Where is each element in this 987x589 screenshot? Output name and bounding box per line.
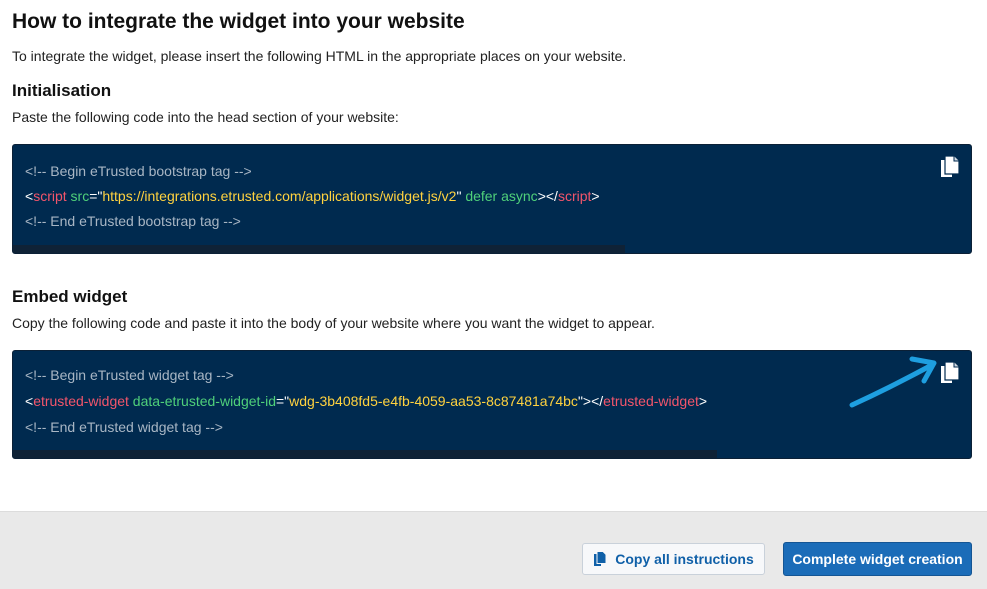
page-title: How to integrate the widget into your we… [12, 10, 465, 33]
embed-heading: Embed widget [12, 287, 128, 306]
copy-icon[interactable] [939, 155, 961, 179]
code-punct: > [591, 188, 600, 204]
initialisation-heading: Initialisation [12, 81, 112, 100]
code-comment-begin: <!-- Begin eTrusted widget tag --> [25, 367, 234, 383]
code-punct: ></ [537, 188, 558, 204]
code-punct: =" [275, 393, 290, 409]
code-attr: src [70, 188, 90, 204]
code-tag: etrusted-widget [603, 393, 699, 409]
complete-widget-creation-button[interactable]: Complete widget creation [783, 542, 972, 576]
code-comment-end: <!-- End eTrusted bootstrap tag --> [25, 213, 241, 229]
code-widget-line: <etrusted-widget data-etrusted-widget-id… [25, 393, 707, 409]
code-script-line: <script src="https://integrations.etrust… [25, 188, 600, 204]
code-attr: data-etrusted-widget-id [132, 393, 276, 409]
code-string: wdg-3b408fd5-e4fb-4059-aa53-8c87481a74bc [289, 393, 578, 409]
page-intro: To integrate the widget, please insert t… [12, 48, 627, 64]
code-attr: defer async [465, 188, 538, 204]
copy-icon [594, 551, 607, 566]
code-string: https://integrations.etrusted.com/applic… [102, 188, 457, 204]
footer-bar: Copy all instructions Complete widget cr… [0, 511, 987, 589]
code-scrollbar[interactable] [13, 450, 717, 458]
copy-all-instructions-button[interactable]: Copy all instructions [582, 543, 765, 575]
code-tag: script [33, 188, 67, 204]
embed-description: Copy the following code and paste it int… [12, 315, 655, 331]
code-punct: =" [89, 188, 103, 204]
code-punct: "></ [577, 393, 604, 409]
initialisation-description: Paste the following code into the head s… [12, 109, 399, 125]
code-punct: > [698, 393, 708, 409]
code-scrollbar[interactable] [13, 245, 625, 253]
code-comment-begin: <!-- Begin eTrusted bootstrap tag --> [25, 163, 252, 179]
copy-all-label: Copy all instructions [615, 551, 754, 567]
code-comment-end: <!-- End eTrusted widget tag --> [25, 419, 223, 435]
code-punct: < [25, 393, 34, 409]
code-tag: etrusted-widget [33, 393, 129, 409]
code-tag: script [557, 188, 592, 204]
code-punct: < [25, 188, 34, 204]
annotation-arrow-icon [849, 356, 937, 408]
bootstrap-code-block[interactable]: <!-- Begin eTrusted bootstrap tag --> <s… [12, 144, 972, 254]
widget-code-block[interactable]: <!-- Begin eTrusted widget tag --> <etru… [12, 350, 972, 459]
